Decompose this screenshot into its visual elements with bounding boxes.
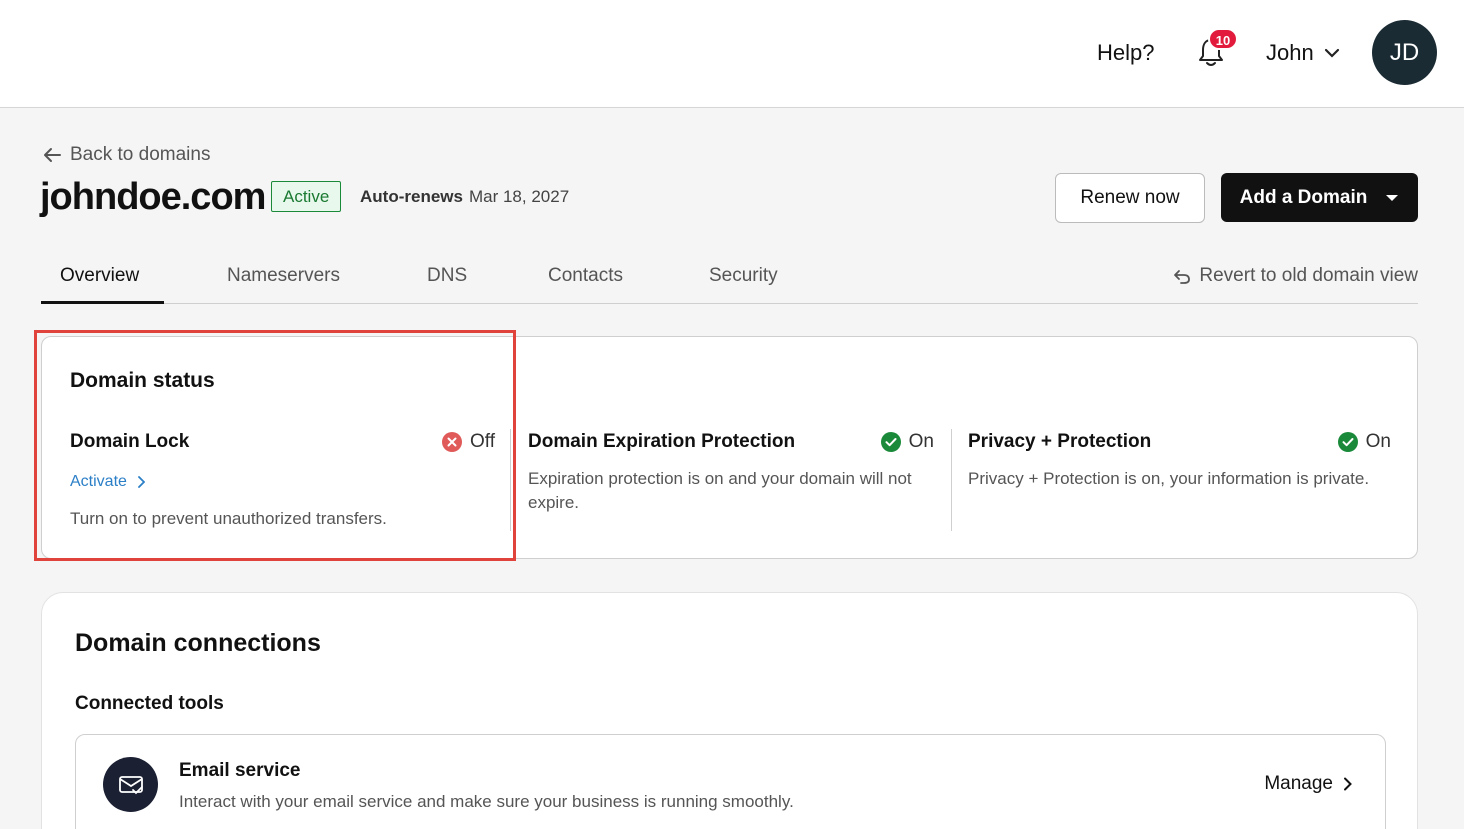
tab-security[interactable]: Security — [709, 265, 778, 287]
privacy-title: Privacy + Protection — [968, 431, 1152, 452]
email-service-name: Email service — [179, 760, 301, 781]
tab-overview[interactable]: Overview — [60, 265, 139, 287]
privacy-state: On — [1337, 431, 1391, 453]
tab-bar: Overview Nameservers DNS Contacts Securi… — [41, 255, 1418, 304]
user-name: John — [1266, 40, 1314, 65]
add-domain-button[interactable]: Add a Domain — [1221, 173, 1418, 222]
privacy-description: Privacy + Protection is on, your informa… — [968, 469, 1370, 488]
active-tab-indicator — [41, 301, 164, 304]
renew-now-button[interactable]: Renew now — [1055, 173, 1205, 223]
expiration-state-label: On — [908, 431, 934, 452]
chevron-right-icon — [1344, 777, 1352, 791]
check-circle-icon — [1337, 432, 1358, 452]
add-domain-label: Add a Domain — [1239, 186, 1368, 208]
manage-link[interactable]: Manage — [1264, 773, 1352, 795]
highlight-box — [34, 330, 516, 561]
domain-connections-card: Domain connections Connected tools Email… — [41, 592, 1418, 829]
manage-label: Manage — [1264, 773, 1333, 794]
avatar[interactable]: JD — [1372, 20, 1437, 85]
expiration-state: On — [880, 431, 934, 453]
expiration-title: Domain Expiration Protection — [528, 431, 796, 452]
revert-label: Revert to old domain view — [1199, 265, 1418, 286]
tab-nameservers[interactable]: Nameservers — [227, 265, 340, 287]
autorenew-label: Auto-renews — [360, 187, 463, 206]
top-bar: Help? 10 John JD — [0, 0, 1464, 108]
domain-connections-title: Domain connections — [75, 629, 321, 657]
help-link[interactable]: Help? — [1097, 40, 1154, 66]
expiration-description: Expiration protection is on and your dom… — [528, 467, 934, 515]
arrow-left-icon — [44, 148, 61, 162]
expiration-section: Domain Expiration Protection On Expirati… — [528, 431, 934, 515]
revert-old-view-link[interactable]: Revert to old domain view — [1173, 265, 1418, 287]
email-service-item[interactable]: Email service Interact with your email s… — [75, 734, 1386, 829]
expiration-description-line1: Expiration protection is on and your dom… — [528, 469, 912, 488]
expiration-description-line2: expire. — [528, 493, 580, 512]
tab-dns[interactable]: DNS — [427, 265, 467, 287]
caret-down-icon — [1386, 194, 1399, 201]
connected-tools-title: Connected tools — [75, 693, 224, 714]
autorenew-date: Mar 18, 2027 — [468, 187, 570, 206]
user-menu[interactable]: John — [1266, 40, 1340, 66]
privacy-state-label: On — [1365, 431, 1391, 452]
divider — [951, 429, 952, 531]
chevron-down-icon — [1324, 48, 1339, 58]
page-title: johndoe.com — [40, 176, 266, 218]
status-badge: Active — [271, 181, 342, 212]
notification-badge: 10 — [1208, 28, 1238, 50]
undo-icon — [1174, 270, 1191, 284]
back-link-label: Back to domains — [70, 144, 211, 165]
check-circle-icon — [880, 432, 901, 452]
autorenew-info: Auto-renews Mar 18, 2027 — [360, 187, 569, 207]
back-to-domains-link[interactable]: Back to domains — [42, 144, 210, 166]
privacy-section: Privacy + Protection On Privacy + Protec… — [968, 431, 1391, 491]
email-icon — [103, 757, 158, 812]
email-service-description: Interact with your email service and mak… — [179, 792, 794, 811]
tab-contacts[interactable]: Contacts — [548, 265, 623, 287]
